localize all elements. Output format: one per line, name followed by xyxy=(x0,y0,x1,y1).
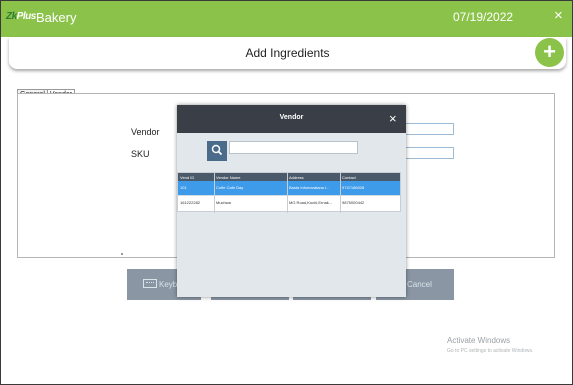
grid-header-row: Vend ID Vendor Name Address Contact xyxy=(178,173,400,181)
grid-cell-contact: 9747186028 xyxy=(342,185,365,190)
close-window-button[interactable]: × xyxy=(554,8,563,24)
grid-header-contact: Contact xyxy=(342,175,356,180)
divider-dot xyxy=(121,253,123,255)
vendor-modal-body: Vend ID Vendor Name Address Contact 101 … xyxy=(177,133,406,297)
vendor-search-input[interactable] xyxy=(229,141,358,154)
sku-field[interactable] xyxy=(401,147,454,159)
vendor-modal: Vendor × Vend ID Vendor Name Address Con… xyxy=(177,105,406,297)
grid-header-vendor-id: Vend ID xyxy=(180,175,195,180)
date-display: 07/19/2022 xyxy=(453,10,514,24)
grid-cell-vendor-id: 161222282 xyxy=(180,200,201,205)
grid-column-divider xyxy=(214,173,215,213)
grid-cell-vendor-name: Coffe Cafe Day xyxy=(216,185,244,190)
logo-prefix: Zk xyxy=(6,11,17,22)
cancel-button-label: Cancel xyxy=(407,280,432,289)
logo-suffix: Plus xyxy=(16,11,37,22)
grid-cell-address: MG Road,Kochi,Ernak... xyxy=(289,200,333,205)
page-title: Add Ingredients xyxy=(245,46,330,60)
vendor-field[interactable] xyxy=(401,123,454,135)
vendor-modal-close-button[interactable]: × xyxy=(389,112,397,125)
grid-column-divider xyxy=(340,173,341,213)
grid-header-address: Address xyxy=(289,175,304,180)
add-button[interactable]: + xyxy=(535,38,564,67)
page-header: Add Ingredients xyxy=(9,37,566,69)
activate-windows-subtitle: Go to PC settings to activate Windows. xyxy=(447,348,534,354)
sku-label: SKU xyxy=(131,149,150,159)
grid-row[interactable]: 101 Coffe Cafe Day Basta Infomaratana I.… xyxy=(178,181,400,195)
app-title: Bakery xyxy=(36,10,77,25)
grid-cell-contact: 9875000442 xyxy=(342,200,365,205)
grid-cell-vendor-name: Muchwa xyxy=(216,200,231,205)
grid-row[interactable]: 161222282 Muchwa MG Road,Kochi,Ernak... … xyxy=(178,195,400,209)
vendor-grid: Vend ID Vendor Name Address Contact 101 … xyxy=(177,172,401,213)
activate-windows-title: Activate Windows xyxy=(447,336,511,345)
vendor-modal-header: Vendor × xyxy=(177,105,406,133)
search-button[interactable] xyxy=(207,141,227,161)
vendor-label: Vendor xyxy=(131,127,160,137)
app-window: ZkPlus Bakery 07/19/2022 × Add Ingredien… xyxy=(0,0,573,385)
app-logo: ZkPlus xyxy=(6,11,36,22)
grid-column-divider xyxy=(287,173,288,213)
keyboard-icon xyxy=(143,279,157,288)
grid-header-vendor-name: Vendor Name xyxy=(216,175,241,180)
title-bar: ZkPlus Bakery 07/19/2022 × xyxy=(1,1,572,37)
grid-cell-address: Basta Infomaratana I... xyxy=(289,185,330,190)
vendor-modal-title: Vendor xyxy=(279,114,304,121)
search-icon xyxy=(211,144,223,156)
grid-cell-vendor-id: 101 xyxy=(180,185,187,190)
